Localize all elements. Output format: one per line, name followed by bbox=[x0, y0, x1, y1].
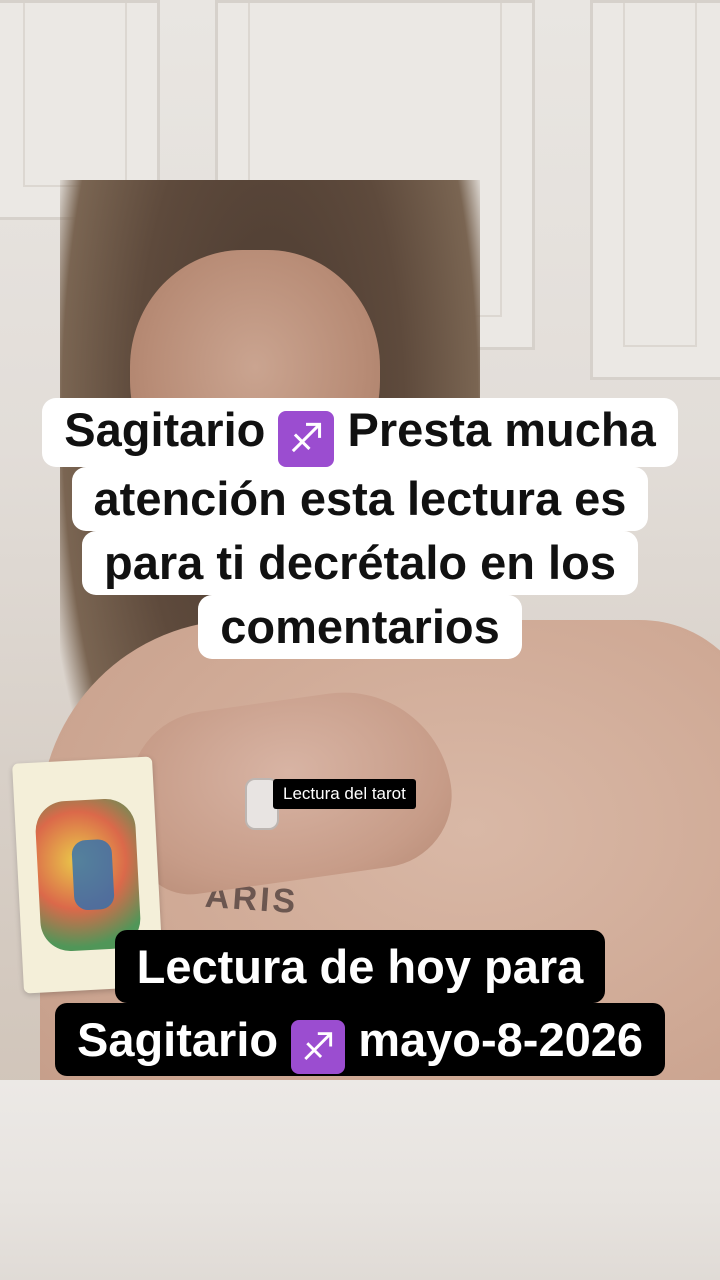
bottom-caption-line-1: Lectura de hoy para bbox=[114, 930, 606, 1003]
top-caption-line-1: Sagitario ♐ Presta mucha bbox=[42, 398, 678, 467]
top-caption: Sagitario ♐ Presta mucha atención esta l… bbox=[10, 398, 710, 659]
bottom-caption-line-2: Sagitario ♐ mayo-8-2026 bbox=[54, 1003, 665, 1076]
sagittarius-emoji-icon: ♐ bbox=[291, 1020, 346, 1074]
top-caption-line-4: comentarios bbox=[198, 595, 522, 659]
sagittarius-emoji-icon: ♐ bbox=[278, 411, 335, 467]
top-caption-line-2: atención esta lectura es bbox=[71, 467, 649, 531]
top-caption-line-3: para ti decrétalo en los bbox=[82, 531, 638, 595]
cabinet-door bbox=[590, 0, 720, 380]
table-surface bbox=[0, 1080, 720, 1280]
tarot-reading-label: Lectura del tarot bbox=[273, 779, 416, 809]
bottom-caption: Lectura de hoy para Sagitario ♐ mayo-8-2… bbox=[8, 930, 712, 1076]
